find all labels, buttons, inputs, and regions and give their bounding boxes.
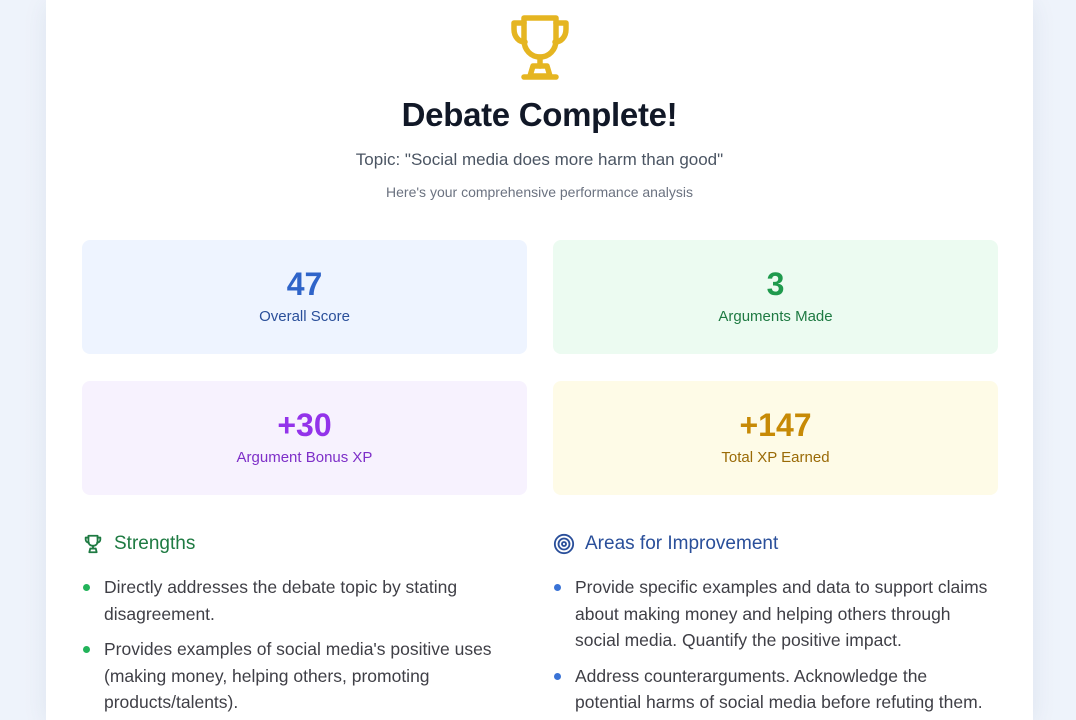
overall-score-value: 47	[286, 266, 323, 302]
trophy-icon	[84, 534, 102, 554]
argument-bonus-value: +30	[277, 407, 332, 443]
list-item: Provides examples of social media's posi…	[82, 636, 502, 716]
arguments-made-label: Arguments Made	[718, 308, 833, 325]
list-item: Address counterarguments. Acknowledge th…	[553, 663, 998, 716]
improvement-text: Address counterarguments. Acknowledge th…	[575, 665, 983, 713]
bullet-dot	[554, 672, 561, 680]
page-subtitle: Here's your comprehensive performance an…	[386, 184, 693, 200]
target-icon	[553, 533, 575, 555]
total-xp-label: Total XP Earned	[721, 449, 830, 466]
strength-text: Provides examples of social media's posi…	[104, 639, 492, 712]
debate-topic: Topic: "Social media does more harm than…	[355, 150, 724, 169]
trophy-icon	[511, 15, 569, 80]
overall-score-card: 47 Overall Score	[82, 240, 527, 354]
strengths-list: Directly addresses the debate topic by s…	[82, 574, 502, 720]
list-item: Directly addresses the debate topic by s…	[82, 574, 502, 627]
strengths-heading-label: Strengths	[114, 533, 196, 554]
strengths-heading: Strengths	[82, 533, 195, 555]
argument-bonus-label: Argument Bonus XP	[236, 449, 373, 466]
arguments-made-card: 3 Arguments Made	[553, 240, 998, 354]
bullet-dot	[83, 584, 90, 591]
total-xp-value: +147	[739, 407, 812, 443]
list-item: Provide specific examples and data to su…	[553, 574, 998, 654]
total-xp-card: +147 Total XP Earned	[553, 381, 998, 495]
improvement-text: Provide specific examples and data to su…	[575, 577, 988, 650]
improvement-heading: Areas for Improvement	[553, 533, 778, 555]
overall-score-label: Overall Score	[259, 308, 350, 325]
strength-text: Directly addresses the debate topic by s…	[104, 577, 458, 624]
improvement-heading-label: Areas for Improvement	[585, 533, 779, 554]
bullet-dot	[83, 646, 90, 653]
results-card: Debate Complete! Topic: "Social media do…	[46, 0, 1033, 720]
improvement-list: Provide specific examples and data to su…	[553, 574, 998, 720]
bullet-dot	[554, 584, 561, 591]
argument-bonus-card: +30 Argument Bonus XP	[82, 381, 527, 495]
arguments-made-value: 3	[766, 266, 785, 302]
page-title: Debate Complete!	[401, 96, 678, 133]
